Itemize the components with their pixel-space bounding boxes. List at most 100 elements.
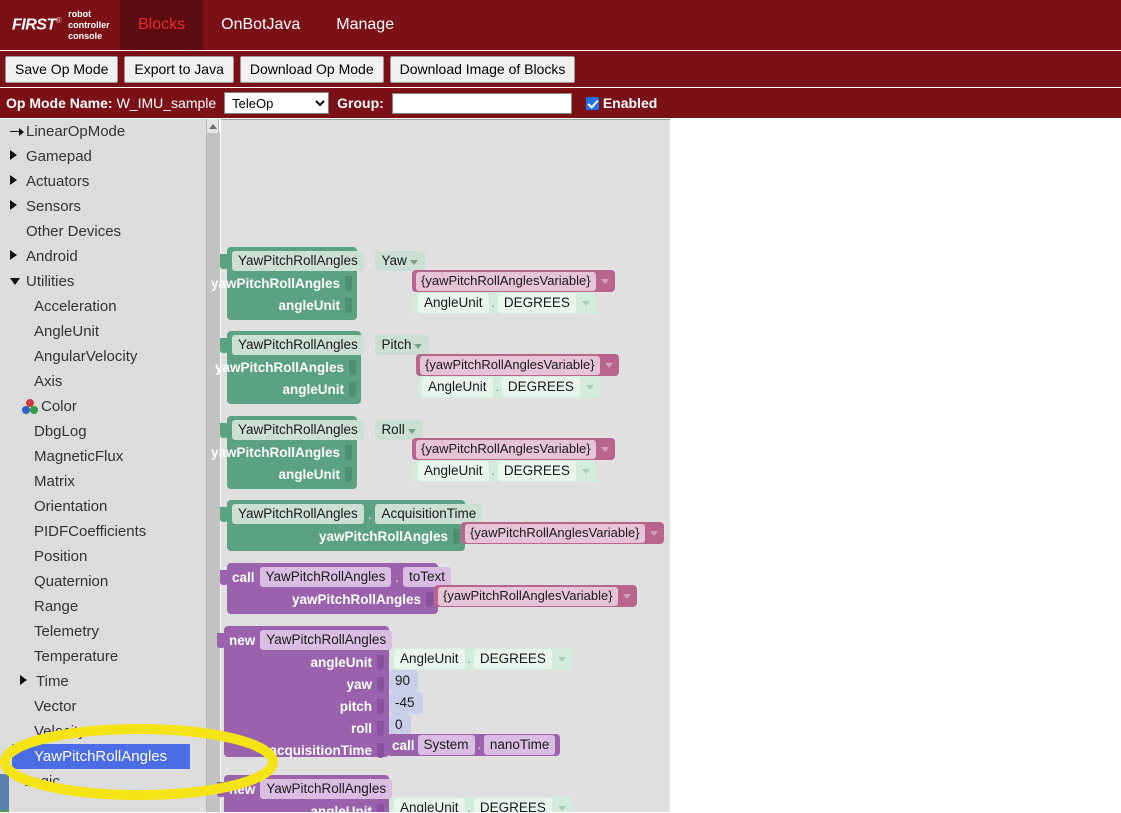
enum-class-field[interactable]: AngleUnit bbox=[418, 461, 489, 481]
block-object-field[interactable]: YawPitchRollAngles bbox=[260, 567, 392, 587]
value-block-yawpitchrollangles-variable[interactable]: {yawPitchRollAnglesVariable} bbox=[461, 522, 664, 544]
toolbox-item-telemetry[interactable]: Telemetry bbox=[0, 619, 206, 644]
toolbox-item-android[interactable]: Android bbox=[0, 244, 206, 269]
enabled-checkbox[interactable] bbox=[586, 97, 599, 110]
download-image-of-blocks-button[interactable]: Download Image of Blocks bbox=[390, 56, 576, 83]
toolbox-item-vector[interactable]: Vector bbox=[0, 694, 206, 719]
chevron-down-icon[interactable] bbox=[582, 301, 590, 306]
value-block-yawpitchrollangles-variable[interactable]: {yawPitchRollAnglesVariable} bbox=[412, 438, 615, 460]
group-input[interactable] bbox=[392, 93, 572, 114]
block-totext[interactable]: call YawPitchRollAngles . toText yawPitc… bbox=[227, 563, 438, 614]
value-block-angleunit-degrees[interactable]: AngleUnit . DEGREES bbox=[414, 292, 596, 314]
nav-tab-onbotjava[interactable]: OnBotJava bbox=[203, 0, 318, 50]
toolbox-item-actuators[interactable]: Actuators bbox=[0, 169, 206, 194]
block-new-yawpitchrollangles-full[interactable]: new YawPitchRollAngles angleUnit yaw pit… bbox=[224, 626, 389, 757]
toolbox-item-range[interactable]: Range bbox=[0, 594, 206, 619]
toolbox-item-magneticflux[interactable]: MagneticFlux bbox=[0, 444, 206, 469]
value-block-yawpitchrollangles-variable[interactable]: {yawPitchRollAnglesVariable} bbox=[416, 354, 619, 376]
toolbox-item-axis[interactable]: Axis bbox=[0, 369, 206, 394]
op-mode-type-select[interactable]: TeleOp Autonomous bbox=[224, 92, 329, 114]
enum-value-field[interactable]: DEGREES bbox=[498, 461, 576, 481]
toolbox-item-utilities[interactable]: Utilities bbox=[0, 269, 206, 294]
value-block-angleunit-degrees[interactable]: AngleUnit . DEGREES bbox=[414, 460, 596, 482]
value-block-angleunit-degrees[interactable]: AngleUnit . DEGREES bbox=[418, 376, 600, 398]
toolbox-item-temperature[interactable]: Temperature bbox=[0, 644, 206, 669]
chevron-down-icon[interactable] bbox=[650, 531, 658, 536]
toolbox-item-acceleration[interactable]: Acceleration bbox=[0, 294, 206, 319]
toolbox-item-angularvelocity[interactable]: AngularVelocity bbox=[0, 344, 206, 369]
block-method-dropdown[interactable]: Pitch bbox=[375, 335, 429, 355]
block-acquisitiontime[interactable]: YawPitchRollAngles . AcquisitionTime yaw… bbox=[227, 500, 465, 551]
block-method-field[interactable]: toText bbox=[403, 567, 451, 587]
blockly-toolbox-tree[interactable]: LinearOpMode Gamepad Actuators Sensors O… bbox=[0, 119, 206, 812]
toolbox-item-position[interactable]: Position bbox=[0, 544, 206, 569]
variable-name-field[interactable]: {yawPitchRollAnglesVariable} bbox=[416, 272, 596, 291]
blockly-workspace[interactable]: LinearOpMode Gamepad Actuators Sensors O… bbox=[0, 119, 1121, 812]
toolbox-item-quaternion[interactable]: Quaternion bbox=[0, 569, 206, 594]
enum-class-field[interactable]: AngleUnit bbox=[394, 798, 465, 812]
block-yaw[interactable]: YawPitchRollAngles . Yaw yawPitchRollAng… bbox=[227, 247, 357, 320]
toolbox-item-other-devices[interactable]: Other Devices bbox=[0, 219, 206, 244]
enum-value-field[interactable]: DEGREES bbox=[474, 798, 552, 812]
block-roll[interactable]: YawPitchRollAngles . Roll yawPitchRollAn… bbox=[227, 416, 357, 489]
variable-name-field[interactable]: {yawPitchRollAnglesVariable} bbox=[438, 587, 618, 606]
block-object-field[interactable]: YawPitchRollAngles bbox=[232, 335, 364, 355]
variable-name-field[interactable]: {yawPitchRollAnglesVariable} bbox=[465, 524, 645, 543]
enum-class-field[interactable]: AngleUnit bbox=[418, 293, 489, 313]
toolbox-scrollbar-thumb[interactable] bbox=[207, 133, 220, 812]
enum-class-field[interactable]: AngleUnit bbox=[394, 649, 465, 669]
toolbox-item-logic[interactable]: Logic bbox=[0, 769, 206, 794]
value-block-angleunit-degrees[interactable]: AngleUnit . DEGREES bbox=[390, 648, 572, 670]
toolbox-scrollbar[interactable] bbox=[206, 119, 219, 812]
method-field[interactable]: nanoTime bbox=[484, 735, 556, 755]
nav-tab-manage[interactable]: Manage bbox=[318, 0, 412, 50]
block-object-field[interactable]: YawPitchRollAngles bbox=[232, 504, 364, 524]
value-block-number-pitch[interactable]: -45 bbox=[389, 692, 423, 714]
toolbox-item-pidfcoefficients[interactable]: PIDFCoefficients bbox=[0, 519, 206, 544]
variable-name-field[interactable]: {yawPitchRollAnglesVariable} bbox=[420, 356, 600, 375]
chevron-down-icon[interactable] bbox=[558, 806, 566, 811]
toolbox-item-time[interactable]: Time bbox=[0, 669, 206, 694]
value-block-number-yaw[interactable]: 90 bbox=[389, 670, 418, 692]
value-block-call-system-nanotime[interactable]: call System . nanoTime bbox=[387, 734, 560, 756]
toolbox-item-linearopmode[interactable]: LinearOpMode bbox=[0, 119, 206, 144]
enum-class-field[interactable]: AngleUnit bbox=[422, 377, 493, 397]
block-new-yawpitchrollangles-short[interactable]: new YawPitchRollAngles angleUnit yaw pit… bbox=[224, 775, 389, 812]
toolbox-item-matrix[interactable]: Matrix bbox=[0, 469, 206, 494]
block-object-field[interactable]: YawPitchRollAngles bbox=[232, 251, 364, 271]
toolbox-item-velocity[interactable]: Velocity bbox=[0, 719, 206, 744]
value-block-yawpitchrollangles-variable[interactable]: {yawPitchRollAnglesVariable} bbox=[412, 270, 615, 292]
value-block-angleunit-degrees[interactable]: AngleUnit . DEGREES bbox=[390, 797, 572, 812]
block-object-field[interactable]: YawPitchRollAngles bbox=[232, 420, 364, 440]
toolbox-item-color[interactable]: Color bbox=[0, 394, 206, 419]
save-op-mode-button[interactable]: Save Op Mode bbox=[5, 56, 118, 83]
toolbox-item-sensors[interactable]: Sensors bbox=[0, 194, 206, 219]
nav-tab-blocks[interactable]: Blocks bbox=[120, 0, 203, 50]
chevron-down-icon[interactable] bbox=[601, 447, 609, 452]
value-block-yawpitchrollangles-variable[interactable]: {yawPitchRollAnglesVariable} bbox=[434, 585, 637, 607]
variable-name-field[interactable]: {yawPitchRollAnglesVariable} bbox=[416, 440, 596, 459]
chevron-down-icon[interactable] bbox=[601, 279, 609, 284]
block-pitch[interactable]: YawPitchRollAngles . Pitch yawPitchRollA… bbox=[227, 331, 361, 404]
block-object-field[interactable]: YawPitchRollAngles bbox=[260, 779, 392, 799]
toolbox-item-gamepad[interactable]: Gamepad bbox=[0, 144, 206, 169]
class-field[interactable]: System bbox=[418, 735, 475, 755]
chevron-down-icon[interactable] bbox=[582, 469, 590, 474]
chevron-down-icon[interactable] bbox=[586, 385, 594, 390]
enum-value-field[interactable]: DEGREES bbox=[474, 649, 552, 669]
chevron-down-icon[interactable] bbox=[605, 363, 613, 368]
value-block-number-roll[interactable]: 0 bbox=[389, 714, 411, 736]
block-object-field[interactable]: YawPitchRollAngles bbox=[260, 630, 392, 650]
scroll-up-arrow-icon[interactable] bbox=[207, 119, 218, 133]
block-method-dropdown[interactable]: Roll bbox=[375, 420, 422, 440]
download-op-mode-button[interactable]: Download Op Mode bbox=[240, 56, 384, 83]
enabled-checkbox-wrapper[interactable]: Enabled bbox=[586, 95, 657, 111]
enum-value-field[interactable]: DEGREES bbox=[502, 377, 580, 397]
toolbox-item-orientation[interactable]: Orientation bbox=[0, 494, 206, 519]
block-method-field[interactable]: AcquisitionTime bbox=[375, 504, 482, 524]
enum-value-field[interactable]: DEGREES bbox=[498, 293, 576, 313]
toolbox-item-dbglog[interactable]: DbgLog bbox=[0, 419, 206, 444]
block-method-dropdown[interactable]: Yaw bbox=[375, 251, 424, 271]
toolbox-item-yawpitchrollangles[interactable]: YawPitchRollAngles bbox=[12, 744, 190, 769]
chevron-down-icon[interactable] bbox=[558, 657, 566, 662]
